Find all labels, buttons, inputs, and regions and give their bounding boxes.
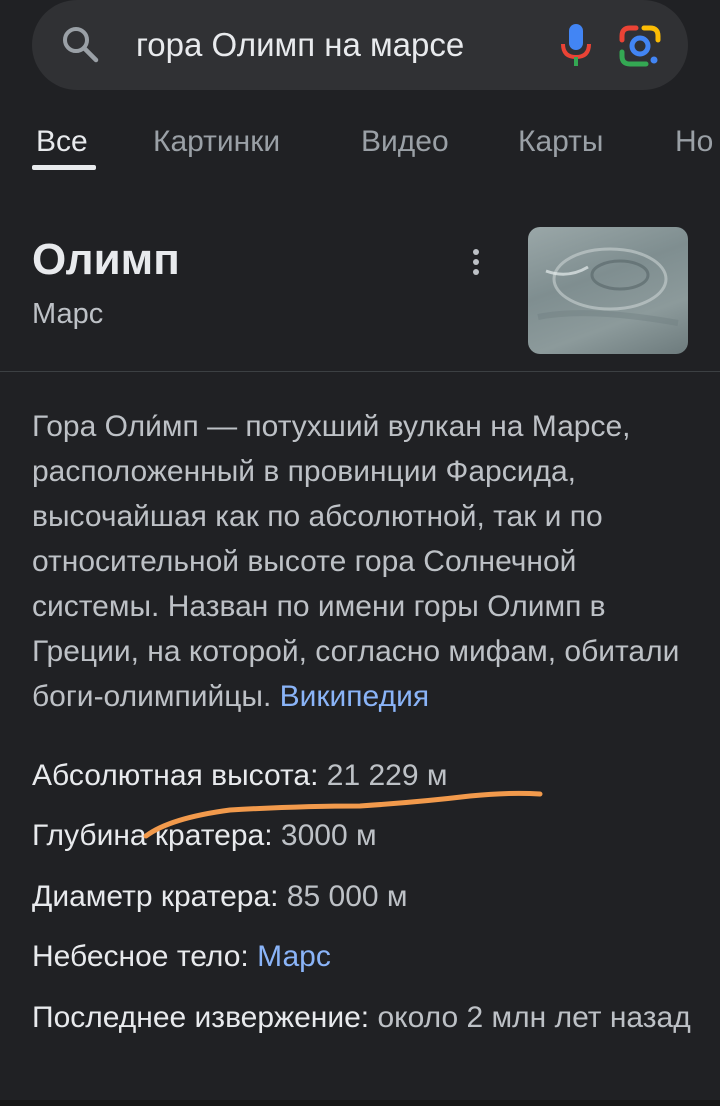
fact-label[interactable]: Глубина кратера: <box>32 819 273 852</box>
fact-label[interactable]: Последнее извержение: <box>32 1001 369 1034</box>
description: Гора Оли́мп — потухший вулкан на Марсе, … <box>32 404 692 719</box>
tab-maps[interactable]: Карты <box>518 124 604 160</box>
fact-crater-diameter: Диаметр кратера: 85 000 м <box>32 877 692 917</box>
microphone-icon[interactable] <box>558 22 594 68</box>
tab-video[interactable]: Видео <box>361 124 449 160</box>
fact-value: около 2 млн лет назад <box>377 1001 691 1034</box>
tab-images[interactable]: Картинки <box>153 124 280 160</box>
olympus-mons-thumbnail[interactable] <box>528 227 688 354</box>
fact-absolute-height: Абсолютная высота: 21 229 м <box>32 756 692 796</box>
fact-label[interactable]: Небесное тело: <box>32 940 249 973</box>
description-text: Гора Оли́мп — потухший вулкан на Марсе, … <box>32 410 680 713</box>
knowledge-panel-title: Олимп <box>32 235 180 284</box>
more-options-icon[interactable] <box>462 246 490 278</box>
fact-label[interactable]: Диаметр кратера: <box>32 880 278 913</box>
bottom-edge <box>0 1100 720 1106</box>
mars-link[interactable]: Марс <box>257 940 331 973</box>
fact-label[interactable]: Абсолютная высота: <box>32 759 318 792</box>
section-divider <box>0 371 720 372</box>
fact-celestial-body: Небесное тело: Марс <box>32 937 692 977</box>
wikipedia-link[interactable]: Википедия <box>280 680 429 713</box>
active-tab-indicator <box>32 165 96 170</box>
tab-all[interactable]: Все <box>36 124 88 160</box>
knowledge-panel-subtitle: Марс <box>32 298 104 330</box>
fact-value: 85 000 м <box>286 880 408 913</box>
search-input[interactable]: гора Олимп на марсе <box>136 22 496 68</box>
tab-news[interactable]: Но <box>675 124 713 160</box>
fact-crater-depth: Глубина кратера: 3000 м <box>32 816 692 856</box>
fact-last-eruption: Последнее извержение: около 2 млн лет на… <box>32 998 692 1038</box>
google-lens-icon[interactable] <box>618 24 662 68</box>
fact-value: 3000 м <box>280 819 377 852</box>
fact-value: 21 229 м <box>326 759 448 792</box>
search-icon[interactable] <box>60 24 100 64</box>
search-tabs: Все Картинки Видео Карты Но <box>0 110 720 176</box>
search-bar[interactable]: гора Олимп на марсе <box>32 0 688 90</box>
